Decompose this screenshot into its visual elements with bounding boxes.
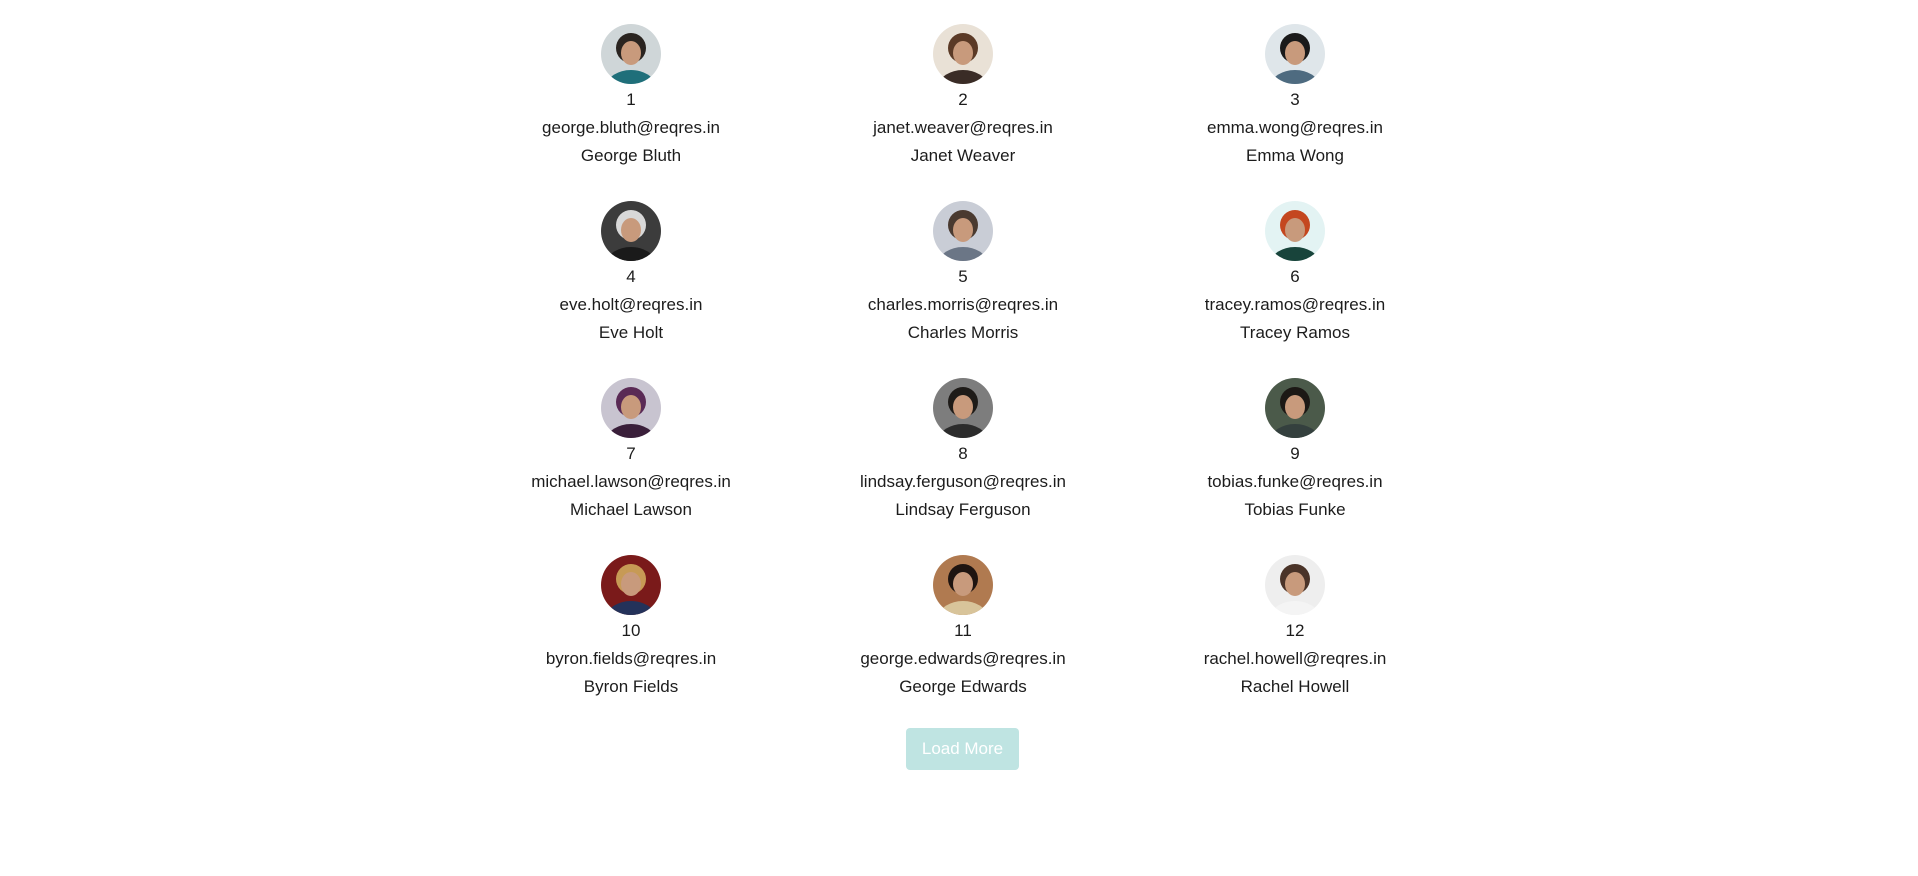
user-email: lindsay.ferguson@reqres.in (860, 472, 1066, 491)
avatar (1265, 555, 1325, 615)
user-email: janet.weaver@reqres.in (873, 118, 1053, 137)
avatar (933, 201, 993, 261)
avatar (1265, 24, 1325, 84)
avatar-photo (1265, 201, 1325, 261)
user-name: Rachel Howell (1240, 677, 1350, 696)
user-name: Tobias Funke (1244, 500, 1346, 519)
user-name: George Edwards (899, 677, 1027, 696)
avatar (601, 201, 661, 261)
user-email: tracey.ramos@reqres.in (1204, 295, 1386, 314)
user-id: 7 (626, 444, 636, 463)
user-card: 6 tracey.ramos@reqres.in Tracey Ramos (1129, 177, 1461, 347)
user-id: 12 (1285, 621, 1305, 640)
avatar-photo (601, 555, 661, 615)
user-email: rachel.howell@reqres.in (1203, 649, 1387, 668)
user-name: Charles Morris (907, 323, 1019, 342)
user-card: 7 michael.lawson@reqres.in Michael Lawson (465, 354, 797, 524)
avatar-photo (933, 201, 993, 261)
user-id: 1 (626, 90, 636, 109)
user-id: 11 (954, 621, 972, 640)
user-card: 12 rachel.howell@reqres.in Rachel Howell (1129, 531, 1461, 701)
avatar-photo (933, 555, 993, 615)
user-name: Janet Weaver (910, 146, 1016, 165)
avatar-photo (1265, 555, 1325, 615)
avatar (1265, 201, 1325, 261)
user-id: 3 (1290, 90, 1300, 109)
avatar (933, 555, 993, 615)
load-more-button[interactable]: Load More (906, 728, 1019, 770)
avatar-photo (1265, 378, 1325, 438)
avatar-photo (933, 378, 993, 438)
user-name: Emma Wong (1246, 146, 1344, 165)
user-id: 8 (958, 444, 968, 463)
user-id: 2 (958, 90, 968, 109)
user-card: 10 byron.fields@reqres.in Byron Fields (465, 531, 797, 701)
avatar (601, 24, 661, 84)
user-email: george.bluth@reqres.in (542, 118, 720, 137)
user-email: emma.wong@reqres.in (1207, 118, 1383, 137)
avatar-photo (1265, 24, 1325, 84)
avatar (601, 555, 661, 615)
user-card: 8 lindsay.ferguson@reqres.in Lindsay Fergu… (797, 354, 1129, 524)
user-email: tobias.funke@reqres.in (1207, 472, 1383, 491)
user-id: 10 (621, 621, 641, 640)
user-name: Byron Fields (583, 677, 679, 696)
user-name: George Bluth (580, 146, 682, 165)
avatar-photo (601, 378, 661, 438)
user-name: Lindsay Ferguson (895, 500, 1031, 519)
user-card: 11 george.edwards@reqres.in George Edwards (797, 531, 1129, 701)
avatar (601, 378, 661, 438)
user-id: 4 (626, 267, 636, 286)
user-email: george.edwards@reqres.in (860, 649, 1066, 668)
user-card: 9 tobias.funke@reqres.in Tobias Funke (1129, 354, 1461, 524)
user-email: michael.lawson@reqres.in (531, 472, 731, 491)
avatar (933, 378, 993, 438)
user-card: 2 janet.weaver@reqres.in Janet Weaver (797, 0, 1129, 170)
user-email: byron.fields@reqres.in (545, 649, 717, 668)
avatar-photo (601, 201, 661, 261)
user-card: 5 charles.morris@reqres.in Charles Morris (797, 177, 1129, 347)
user-card: 4 eve.holt@reqres.in Eve Holt (465, 177, 797, 347)
user-id: 5 (958, 267, 968, 286)
user-name: Michael Lawson (570, 500, 692, 519)
user-name: Eve Holt (598, 323, 664, 342)
user-name: Tracey Ramos (1240, 323, 1350, 342)
user-email: eve.holt@reqres.in (559, 295, 703, 314)
user-id: 6 (1290, 267, 1300, 286)
user-id: 9 (1290, 444, 1300, 463)
user-card: 3 emma.wong@reqres.in Emma Wong (1129, 0, 1461, 170)
avatar (1265, 378, 1325, 438)
avatar-photo (601, 24, 661, 84)
user-card: 1 george.bluth@reqres.in George Bluth (465, 0, 797, 170)
avatar (933, 24, 993, 84)
avatar-photo (933, 24, 993, 84)
user-email: charles.morris@reqres.in (867, 295, 1059, 314)
